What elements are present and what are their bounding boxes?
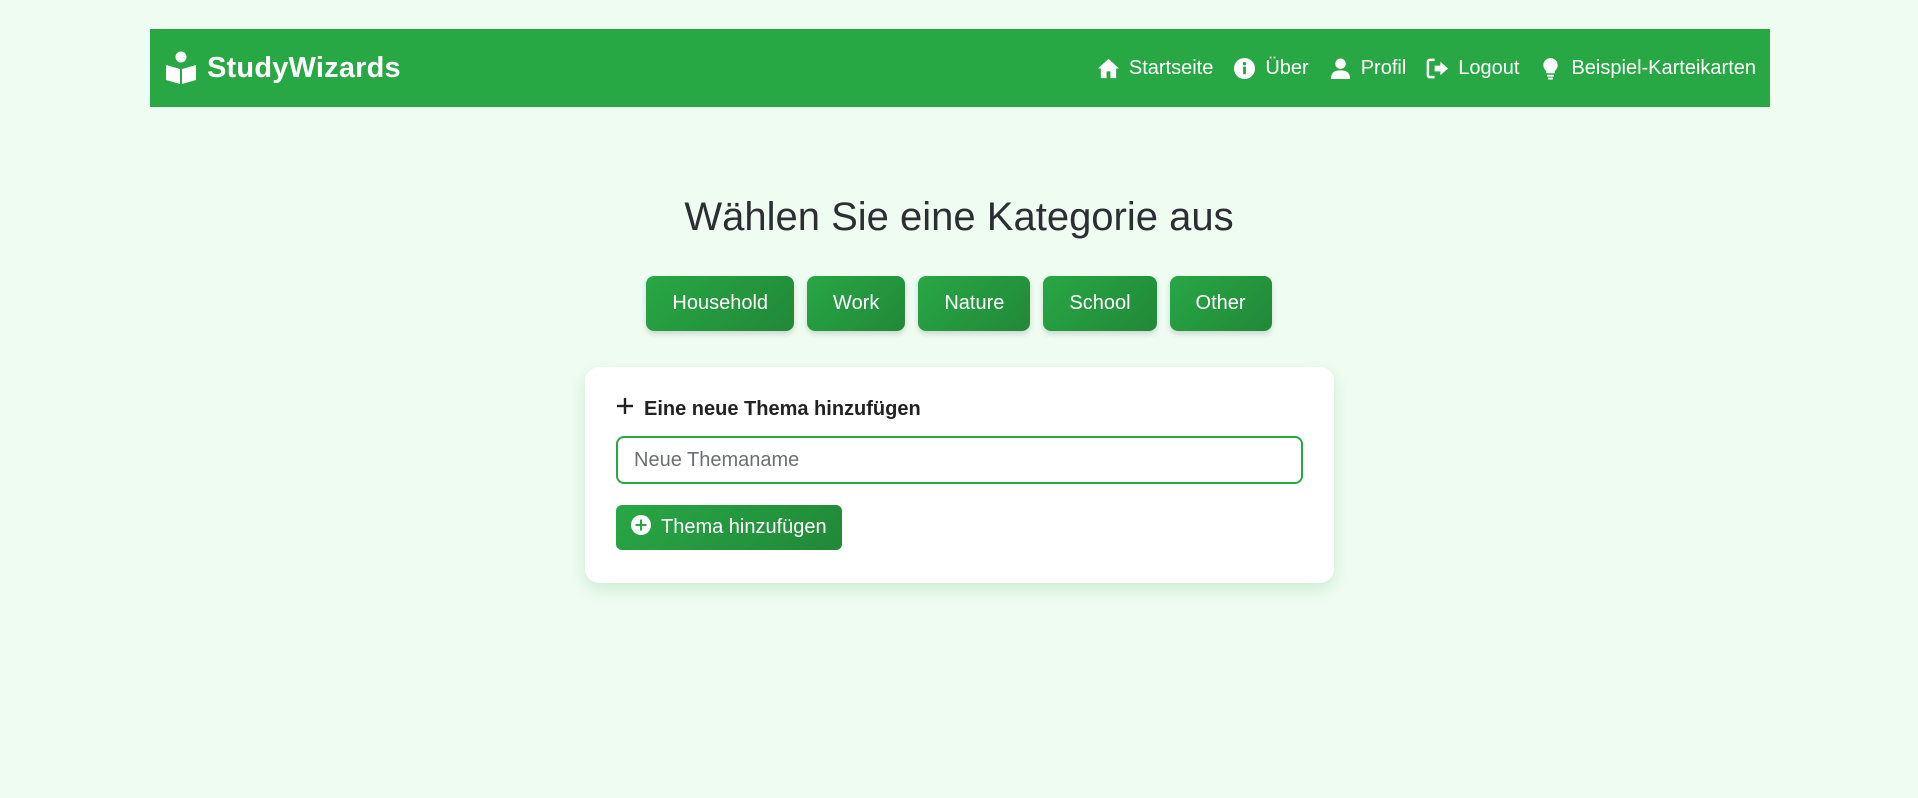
nav-links: Startseite Über Profil Logout Beispiel-K… — [1097, 57, 1756, 80]
category-button-other[interactable]: Other — [1169, 276, 1272, 331]
plus-icon — [616, 397, 634, 421]
add-topic-heading: Eine neue Thema hinzufügen — [616, 397, 1303, 421]
nav-item-label: Startseite — [1128, 56, 1214, 79]
user-icon — [1329, 57, 1352, 80]
nav-item-logout[interactable]: Logout — [1426, 57, 1519, 80]
lightbulb-icon — [1539, 57, 1562, 80]
category-button-work[interactable]: Work — [807, 276, 906, 331]
nav-item-ueber[interactable]: Über — [1233, 56, 1309, 80]
info-icon — [1233, 57, 1256, 80]
home-icon — [1097, 57, 1120, 80]
topic-name-input[interactable] — [616, 436, 1303, 484]
page-title: Wählen Sie eine Kategorie aus — [684, 195, 1234, 239]
top-navbar: StudyWizards Startseite Über Profil Logo… — [150, 29, 1770, 107]
add-topic-card: Eine neue Thema hinzufügen Thema hinzufü… — [585, 367, 1334, 583]
nav-item-label: Profil — [1360, 56, 1407, 79]
book-reader-icon — [165, 51, 197, 85]
nav-item-profil[interactable]: Profil — [1329, 56, 1407, 80]
nav-item-label: Logout — [1458, 56, 1520, 79]
nav-item-label: Beispiel-Karteikarten — [1571, 56, 1756, 79]
plus-circle-icon — [630, 514, 652, 542]
category-button-school[interactable]: School — [1043, 276, 1157, 331]
nav-item-beispiel-karteikarten[interactable]: Beispiel-Karteikarten — [1539, 57, 1756, 80]
add-topic-button-label: Thema hinzufügen — [661, 516, 827, 538]
nav-item-label: Über — [1265, 56, 1309, 79]
brand-link[interactable]: StudyWizards — [165, 51, 401, 85]
brand-name: StudyWizards — [207, 51, 401, 84]
add-topic-heading-text: Eine neue Thema hinzufügen — [644, 397, 921, 420]
logout-icon — [1426, 57, 1449, 80]
add-topic-button[interactable]: Thema hinzufügen — [616, 505, 842, 550]
category-button-household[interactable]: Household — [646, 276, 795, 331]
category-buttons: Household Work Nature School Other — [0, 276, 1918, 331]
nav-item-startseite[interactable]: Startseite — [1097, 57, 1213, 80]
category-button-nature[interactable]: Nature — [918, 276, 1031, 331]
